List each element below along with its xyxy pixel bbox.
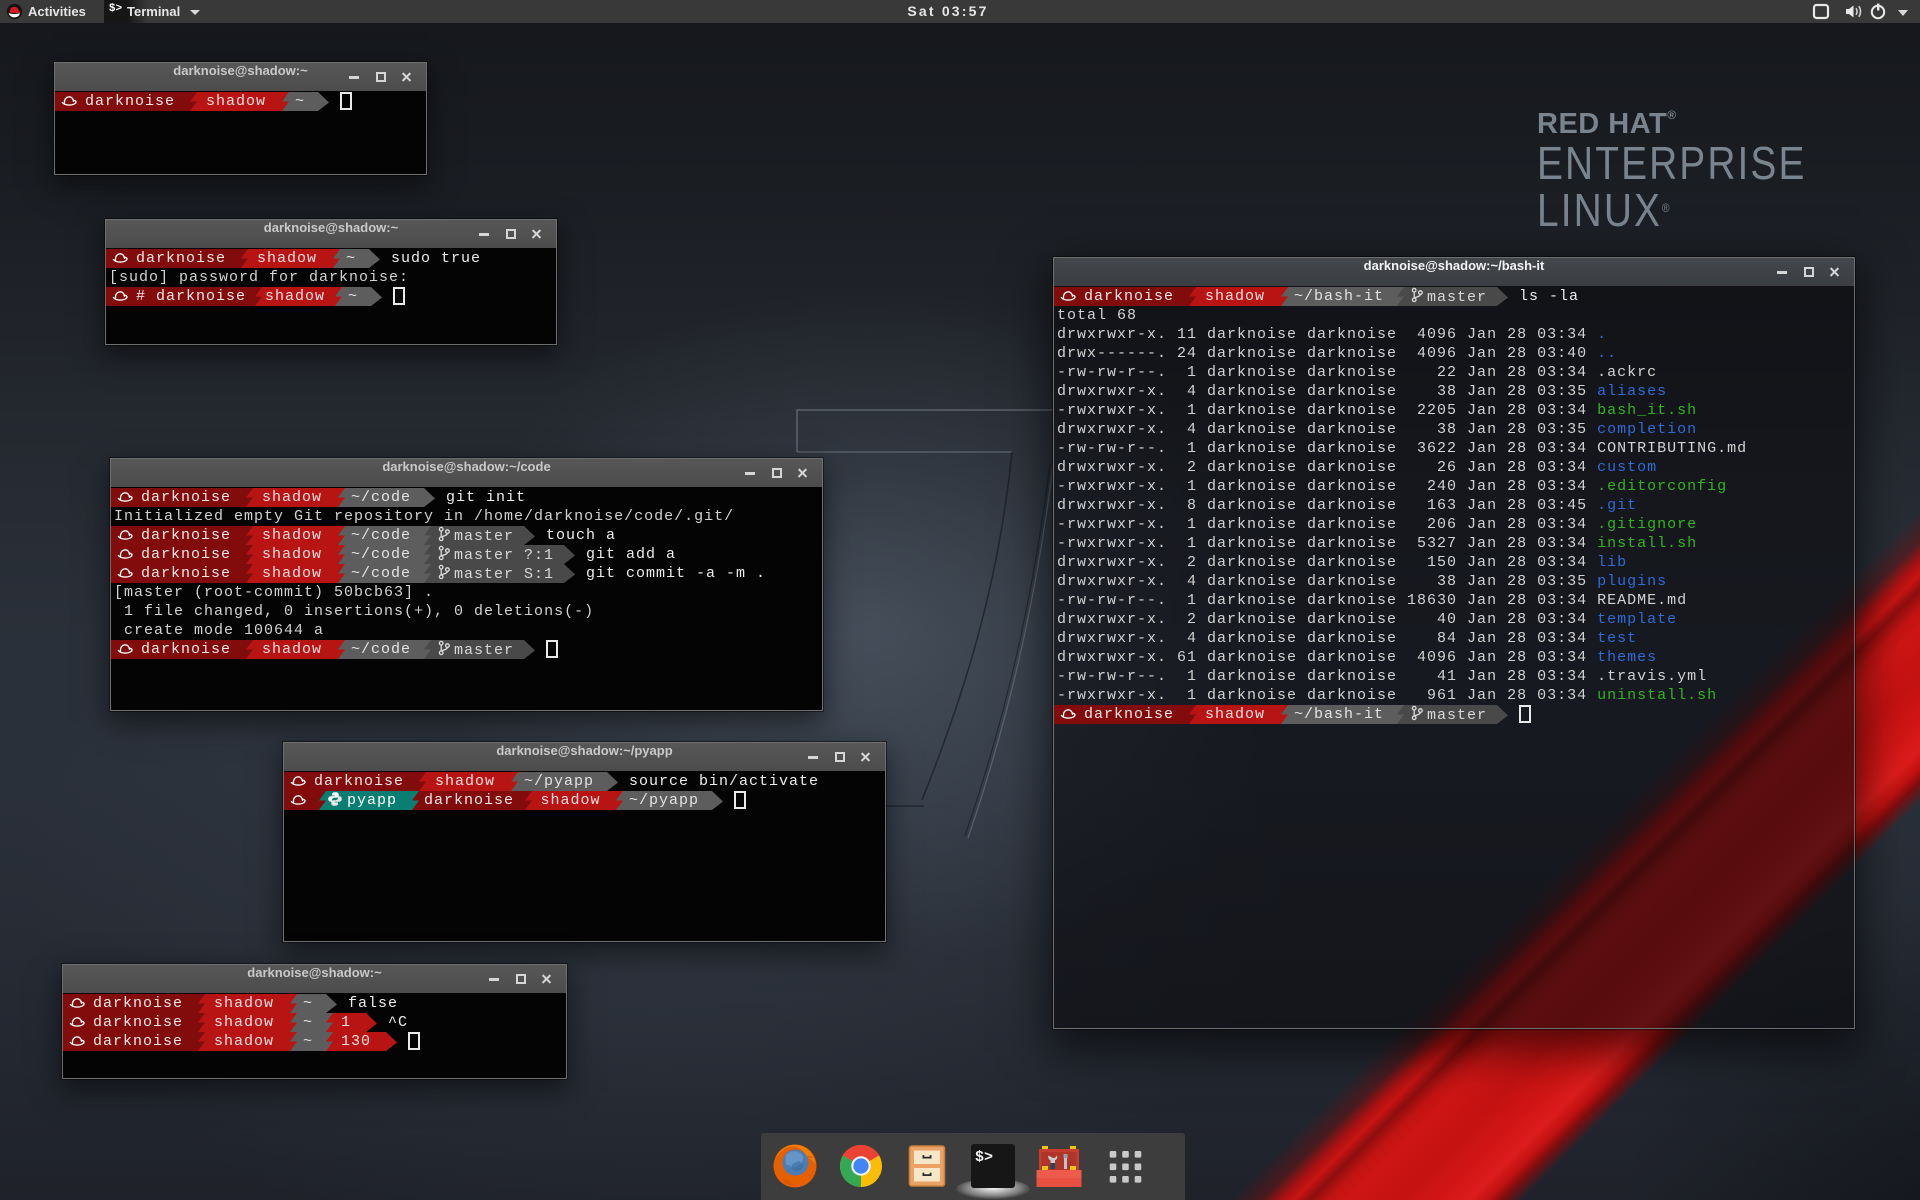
svg-text:$>: $>: [975, 1149, 993, 1166]
